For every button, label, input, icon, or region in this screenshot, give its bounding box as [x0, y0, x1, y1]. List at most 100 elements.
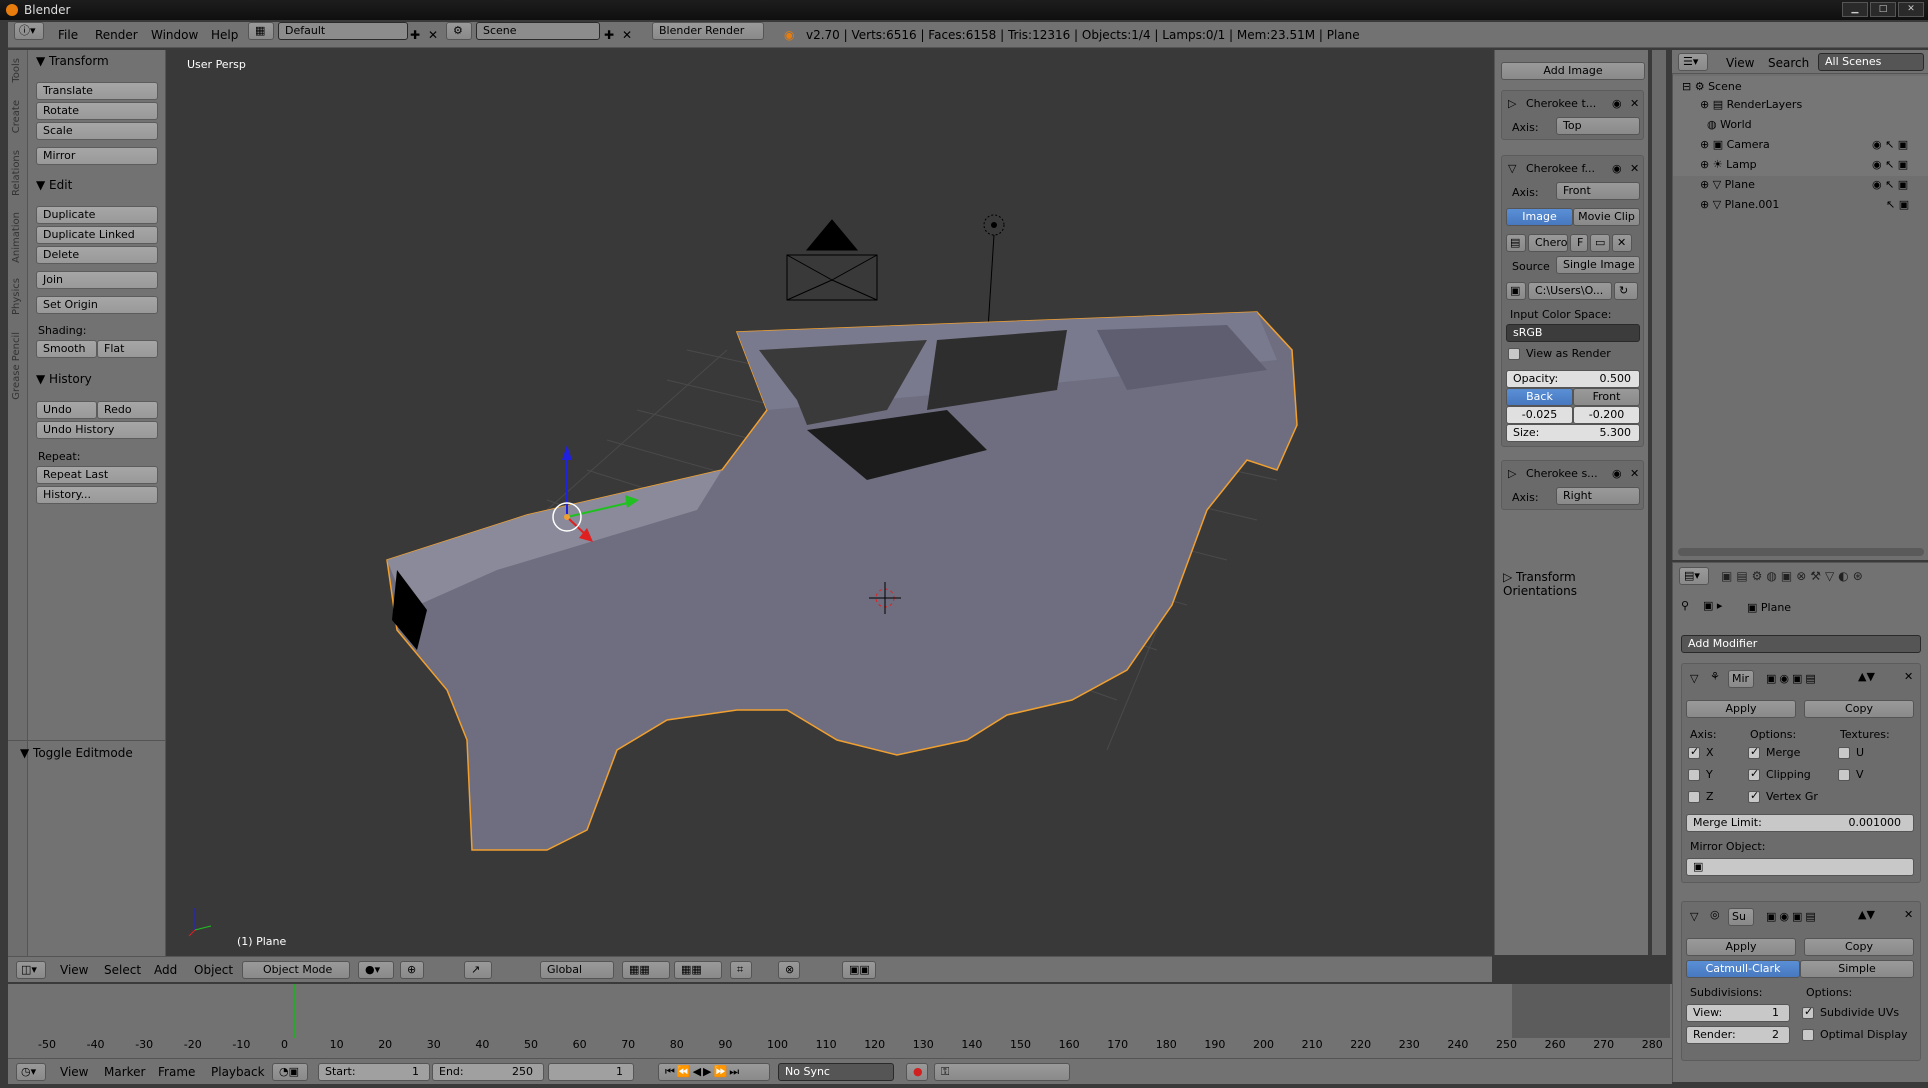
tab-image[interactable]: Image: [1506, 208, 1573, 226]
translate-button[interactable]: Translate: [36, 82, 158, 100]
layout-remove-icon[interactable]: ✕: [428, 26, 438, 44]
current-frame-field[interactable]: 1: [548, 1063, 634, 1081]
collapse-icon[interactable]: ▽: [1690, 672, 1698, 685]
texture-v-checkbox[interactable]: V: [1838, 768, 1864, 781]
remove-modifier-icon[interactable]: ✕: [1904, 908, 1913, 921]
outliner-item-lamp[interactable]: ⊕ ☀ Lamp: [1700, 158, 1757, 171]
collapse-icon[interactable]: ▽: [1508, 162, 1516, 175]
merge-checkbox[interactable]: Merge: [1748, 745, 1800, 759]
layout-field[interactable]: Default: [278, 22, 408, 40]
axis-select[interactable]: Top: [1556, 117, 1640, 135]
current-frame-marker[interactable]: [294, 984, 296, 1038]
outliner-editor-type[interactable]: ☰▾: [1678, 53, 1708, 71]
vp-menu-select[interactable]: Select: [104, 961, 141, 979]
properties-tabs[interactable]: ▣▤⚙◍▣⊗⚒▽◐⊛: [1721, 569, 1867, 583]
axis-select[interactable]: Right: [1556, 487, 1640, 505]
editor-type-button[interactable]: ⓘ▾: [14, 22, 44, 40]
tab-tools[interactable]: Tools: [11, 58, 22, 83]
size-field[interactable]: Size: 5.300: [1506, 424, 1640, 442]
tl-menu-playback[interactable]: Playback: [211, 1063, 265, 1081]
source-select[interactable]: Single Image: [1556, 256, 1640, 274]
remove-icon[interactable]: ✕: [1630, 97, 1639, 110]
reload-icon[interactable]: ↻: [1614, 282, 1638, 300]
manipulator-toggle[interactable]: ↗: [464, 961, 492, 979]
image-name-field[interactable]: Chero: [1528, 234, 1568, 252]
scale-button[interactable]: Scale: [36, 122, 158, 140]
keying-set-field[interactable]: ⚿: [934, 1063, 1070, 1081]
camera-visibility-icons[interactable]: ◉ ↖ ▣: [1872, 138, 1908, 151]
tl-menu-frame[interactable]: Frame: [158, 1063, 195, 1081]
lock-icon[interactable]: ⌗: [730, 961, 752, 979]
duplicate-linked-button[interactable]: Duplicate Linked: [36, 226, 158, 244]
outliner-item-renderlayers[interactable]: ⊕ ▤ RenderLayers: [1700, 98, 1802, 111]
outliner-item-camera[interactable]: ⊕ ▣ Camera: [1700, 138, 1770, 151]
mirror-button[interactable]: Mirror: [36, 147, 158, 165]
timeline[interactable]: -50 -40 -30 -20 -10 0 10 20 30 40 50 60 70 80 90 100 110…: [8, 984, 1672, 1060]
menu-render[interactable]: Render: [95, 26, 138, 44]
expand-icon[interactable]: ▷: [1508, 97, 1516, 110]
remove-icon[interactable]: ✕: [1630, 467, 1639, 480]
join-button[interactable]: Join: [36, 271, 158, 289]
front-button[interactable]: Front: [1573, 388, 1640, 406]
minimize-button[interactable]: ▁: [1842, 2, 1868, 17]
menu-window[interactable]: Window: [151, 26, 198, 44]
clipping-checkbox[interactable]: Clipping: [1748, 767, 1811, 781]
pin-icon[interactable]: ⚲: [1681, 599, 1689, 612]
operator-panel-header[interactable]: ▼ Toggle Editmode: [20, 746, 133, 760]
vp-menu-object[interactable]: Object: [194, 961, 233, 979]
menu-help[interactable]: Help: [211, 26, 238, 44]
vp-menu-view[interactable]: View: [60, 961, 88, 979]
history-panel-header[interactable]: ▼ History: [36, 372, 92, 386]
timeline-editor-type[interactable]: ◷▾: [16, 1063, 46, 1081]
outliner-hscrollbar[interactable]: [1678, 548, 1924, 556]
layers-grid-a[interactable]: ▦▦: [622, 961, 670, 979]
lamp-visibility-icons[interactable]: ◉ ↖ ▣: [1872, 158, 1908, 171]
remove-modifier-icon[interactable]: ✕: [1904, 670, 1913, 683]
flat-button[interactable]: Flat: [97, 340, 158, 358]
subdivide-uvs-checkbox[interactable]: Subdivide UVs: [1802, 1005, 1899, 1019]
open-folder-icon[interactable]: ▭: [1590, 234, 1610, 252]
sync-select[interactable]: No Sync: [778, 1063, 894, 1081]
tab-movie-clip[interactable]: Movie Clip: [1573, 208, 1640, 226]
mode-select[interactable]: Object Mode: [242, 961, 350, 979]
opacity-field[interactable]: Opacity: 0.500: [1506, 370, 1640, 388]
outliner-filter-select[interactable]: All Scenes: [1818, 53, 1924, 71]
unlink-icon[interactable]: ✕: [1612, 234, 1632, 252]
eye-icon[interactable]: ◉: [1612, 467, 1622, 480]
outliner-item-world[interactable]: ◍ World: [1700, 118, 1752, 131]
tab-grease-pencil[interactable]: Grease Pencil: [11, 332, 22, 400]
fake-user-button[interactable]: F: [1570, 234, 1588, 252]
layers-grid-b[interactable]: ▦▦: [674, 961, 722, 979]
outliner-item-plane[interactable]: ⊕ ▽ Plane: [1700, 178, 1755, 191]
view-levels-field[interactable]: View: 1: [1686, 1004, 1790, 1022]
scene-remove-icon[interactable]: ✕: [622, 26, 632, 44]
redo-button[interactable]: Redo: [97, 401, 158, 419]
outliner-menu-view[interactable]: View: [1726, 54, 1754, 72]
undo-history-button[interactable]: Undo History: [36, 421, 158, 439]
outliner-item-plane001[interactable]: ⊕ ▽ Plane.001: [1700, 198, 1779, 211]
render-levels-field[interactable]: Render: 2: [1686, 1026, 1790, 1044]
axis-z-checkbox[interactable]: Z: [1688, 790, 1714, 803]
copy-button[interactable]: Copy: [1804, 700, 1914, 718]
keying-icons[interactable]: ◔▣: [272, 1063, 308, 1081]
expand-icon[interactable]: ▷: [1508, 467, 1516, 480]
offset-x-field[interactable]: -0.025: [1506, 406, 1573, 424]
playback-controls[interactable]: ⏮⏪◀▶⏩⏭: [658, 1063, 770, 1081]
transform-orientations-header[interactable]: ▷ Transform Orientations: [1503, 570, 1648, 598]
set-origin-select[interactable]: Set Origin: [36, 296, 158, 314]
tab-relations[interactable]: Relations: [11, 150, 22, 196]
layout-icon[interactable]: ▦: [248, 22, 274, 40]
orientation-select[interactable]: Global: [540, 961, 614, 979]
offset-y-field[interactable]: -0.200: [1573, 406, 1640, 424]
optimal-display-checkbox[interactable]: Optimal Display: [1802, 1028, 1908, 1041]
modifier-display-icons[interactable]: ▣◉▣▤: [1766, 910, 1819, 923]
outliner-item-scene[interactable]: ⊟ ⚙ Scene: [1682, 80, 1742, 93]
filepath-field[interactable]: C:\Users\O...: [1528, 282, 1612, 300]
maximize-button[interactable]: □: [1870, 2, 1896, 17]
mirror-object-field[interactable]: ▣: [1686, 858, 1914, 876]
apply-button[interactable]: Apply: [1686, 938, 1796, 956]
plane001-visibility-icons[interactable]: ↖ ▣: [1886, 198, 1909, 211]
modifier-display-icons[interactable]: ▣◉▣▤: [1766, 672, 1819, 685]
modifier-name-field[interactable]: Su: [1728, 908, 1754, 926]
pivot-select[interactable]: ⊕: [400, 961, 424, 979]
